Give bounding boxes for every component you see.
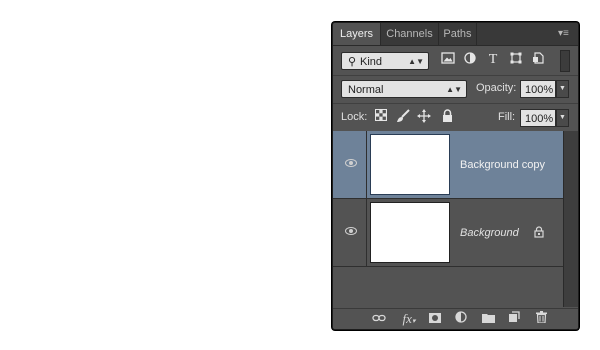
visibility-toggle[interactable]	[333, 199, 367, 266]
smart-object-filter-icon[interactable]	[530, 52, 546, 68]
tab-channels[interactable]: Channels	[381, 23, 439, 45]
fx-icon[interactable]: fx▾	[399, 311, 419, 327]
new-layer-icon[interactable]	[506, 311, 522, 327]
fill-field[interactable]: 100%	[520, 109, 556, 127]
filter-kind-select[interactable]: ⚲ Kind ▲▼	[341, 52, 429, 70]
delete-layer-icon[interactable]	[533, 311, 549, 327]
blend-mode-value: Normal	[348, 84, 384, 96]
search-icon: ⚲	[348, 56, 357, 68]
layer-name[interactable]: Background copy	[460, 159, 545, 171]
layer-thumbnail	[370, 202, 450, 263]
filter-kind-label: Kind	[360, 56, 383, 68]
lock-icon	[533, 226, 545, 238]
eye-icon	[345, 227, 357, 235]
lock-label: Lock:	[341, 111, 368, 123]
image-filter-icon[interactable]	[440, 52, 456, 68]
updown-arrows-icon: ▲▼	[446, 85, 462, 94]
lock-position-icon[interactable]	[416, 109, 432, 125]
opacity-label: Opacity:	[476, 82, 517, 94]
fill-label: Fill:	[498, 111, 516, 123]
opacity-slider-button[interactable]: ▼	[556, 80, 569, 98]
lock-image-icon[interactable]	[395, 109, 411, 125]
visibility-toggle[interactable]	[333, 131, 367, 198]
filter-row: ⚲ Kind ▲▼ T	[333, 47, 578, 76]
opacity-field[interactable]: 100%	[520, 80, 556, 98]
layer-list: Background copy Background	[333, 131, 563, 307]
layers-scrollbar[interactable]	[563, 131, 578, 307]
lock-transparent-icon[interactable]	[373, 109, 389, 125]
adjustment-layer-icon[interactable]	[453, 311, 469, 327]
panel-footer: fx▾	[333, 308, 578, 329]
new-group-icon[interactable]	[480, 311, 496, 327]
fill-slider-button[interactable]: ▼	[556, 109, 569, 127]
panel-tab-bar: Layers Channels Paths ▾≡	[333, 23, 578, 46]
layer-row-background-copy[interactable]: Background copy	[333, 131, 563, 199]
filter-toggle-switch[interactable]	[560, 50, 570, 72]
link-layers-icon[interactable]	[371, 311, 387, 327]
layers-panel: Layers Channels Paths ▾≡ ⚲ Kind ▲▼ T Nor…	[332, 22, 579, 330]
lock-row: Lock: Fill: 100% ▼	[333, 103, 578, 132]
layer-row-background[interactable]: Background	[333, 199, 563, 267]
layer-thumbnail	[370, 134, 450, 195]
blend-row: Normal ▲▼ Opacity: 100% ▼	[333, 75, 578, 104]
panel-menu-icon[interactable]: ▾≡	[558, 28, 572, 40]
eye-icon	[345, 159, 357, 167]
add-mask-icon[interactable]	[427, 311, 443, 327]
lock-all-icon[interactable]	[439, 109, 455, 125]
fx-label: fx	[402, 311, 412, 326]
blend-mode-select[interactable]: Normal ▲▼	[341, 80, 467, 98]
adjustment-filter-icon[interactable]	[462, 52, 478, 68]
updown-arrows-icon: ▲▼	[408, 57, 424, 66]
shape-filter-icon[interactable]	[508, 52, 524, 68]
layer-name[interactable]: Background	[460, 227, 519, 239]
tab-layers[interactable]: Layers	[333, 23, 381, 45]
tab-paths[interactable]: Paths	[439, 23, 477, 45]
type-filter-icon[interactable]: T	[485, 52, 501, 68]
